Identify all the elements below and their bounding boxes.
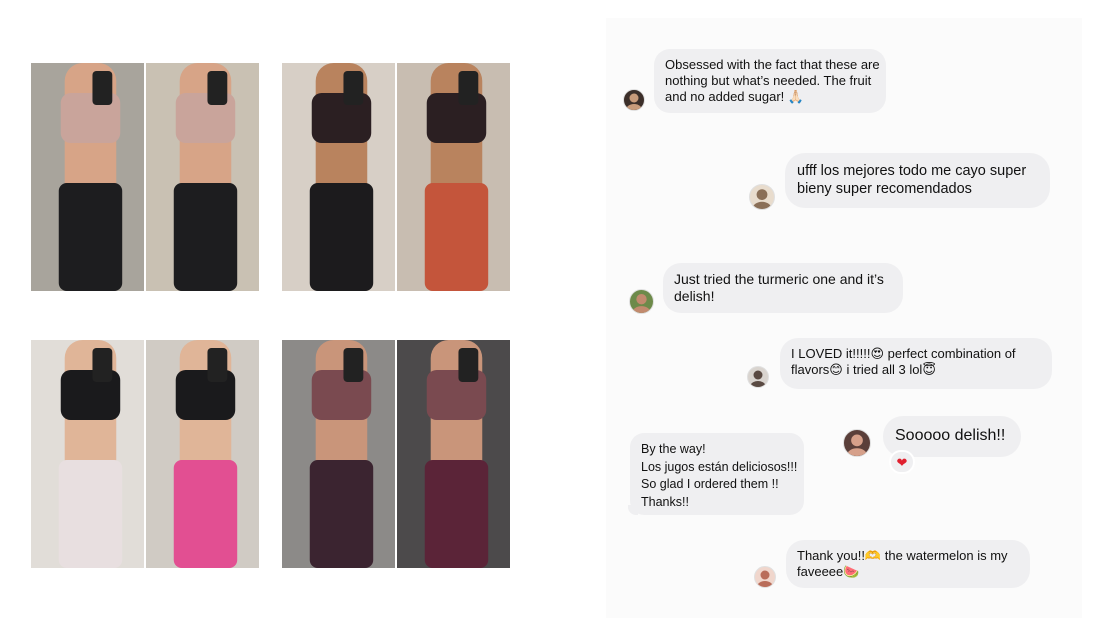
photo-figure — [146, 340, 259, 568]
message-bubble-3: Just tried the turmeric one and it’s del… — [663, 263, 903, 313]
avatar-silhouette — [632, 294, 651, 313]
after-photo — [146, 340, 259, 568]
avatar-1 — [623, 89, 645, 111]
photo-figure — [397, 63, 510, 291]
red-heart-icon: ❤ — [889, 450, 915, 474]
photo-figure — [31, 63, 145, 291]
avatar-silhouette — [626, 93, 642, 110]
photo-figure — [397, 340, 510, 568]
avatar-5 — [843, 429, 871, 457]
before-photo — [31, 63, 145, 291]
avatar-silhouette — [750, 370, 766, 387]
avatar-6 — [754, 566, 776, 588]
avatar-3 — [629, 289, 654, 314]
before-photo — [282, 340, 396, 568]
after-photo — [397, 340, 510, 568]
message-bubble-4: I LOVED it!!!!!😍 perfect combination of … — [780, 338, 1052, 389]
after-photo — [146, 63, 259, 291]
message-bubble-1: Obsessed with the fact that these are no… — [654, 49, 886, 113]
photo-figure — [146, 63, 259, 291]
before-after-photo-3 — [31, 340, 259, 568]
avatar-2 — [749, 184, 775, 210]
photo-figure — [282, 340, 396, 568]
before-after-photo-2 — [282, 63, 510, 291]
message-bubble-2: ufff los mejores todo me cayo super bien… — [785, 153, 1050, 208]
message-bubble-7: Thank you!!🫶 the watermelon is my faveee… — [786, 540, 1030, 588]
photo-figure — [31, 340, 145, 568]
avatar-4 — [747, 366, 769, 388]
message-bubble-6: By the way! Los jugos están deliciosos!!… — [630, 433, 804, 515]
avatar-silhouette — [846, 434, 868, 456]
after-photo — [397, 63, 510, 291]
before-photo — [31, 340, 145, 568]
photo-figure — [282, 63, 396, 291]
avatar-silhouette — [752, 189, 772, 209]
before-after-photo-4 — [282, 340, 510, 568]
avatar-silhouette — [757, 570, 773, 587]
before-photo — [282, 63, 396, 291]
before-after-photo-1 — [31, 63, 259, 291]
